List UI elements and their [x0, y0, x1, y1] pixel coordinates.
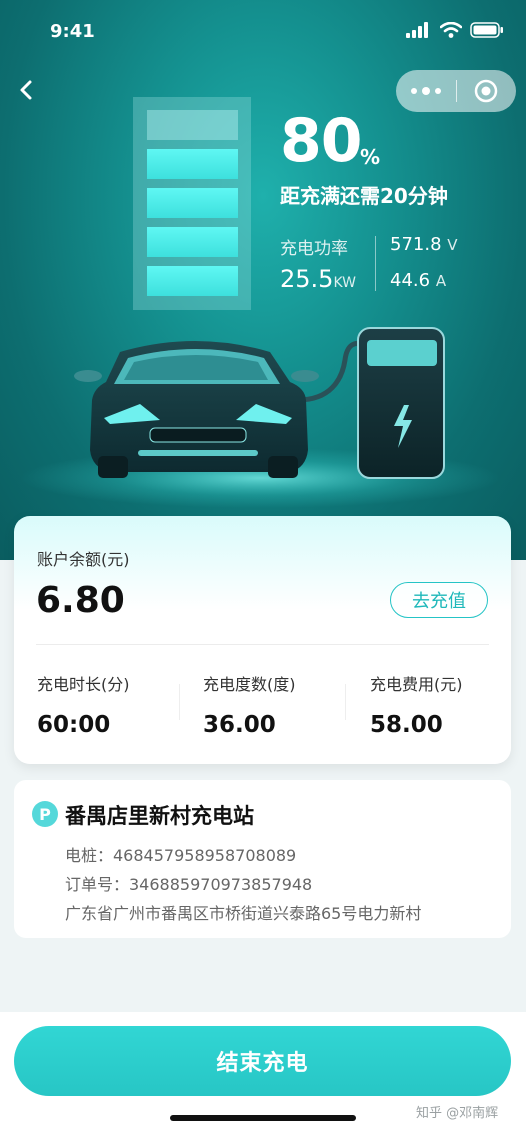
- metric-divider: [375, 236, 376, 291]
- power-unit: KW: [333, 275, 356, 291]
- charging-hero: 9:41 80 % 距充满还需20分钟 充电功率 25.5KW 571.8 V …: [0, 0, 526, 560]
- more-button[interactable]: [396, 86, 456, 95]
- station-name: 番禺店里新村充电站: [65, 804, 254, 828]
- stat-label: 充电费用(元): [370, 675, 463, 694]
- card-divider: [36, 644, 489, 645]
- stat-cost: 充电费用(元) 58.00: [370, 671, 463, 738]
- charge-percent: 80: [280, 106, 362, 176]
- power-number: 25.5: [280, 265, 334, 293]
- balance-label: 账户余额(元): [37, 550, 130, 569]
- power-value: 25.5KW: [280, 265, 356, 293]
- status-icons: [406, 22, 504, 38]
- wifi-icon: [440, 22, 462, 38]
- battery-cell: [147, 266, 238, 296]
- voltage-unit: V: [447, 236, 458, 254]
- chevron-left-icon: [20, 80, 32, 100]
- close-miniprogram-button[interactable]: [456, 79, 516, 103]
- charge-percent-unit: %: [360, 145, 381, 169]
- station-card: P 番禺店里新村充电站 电桩：468457958958708089 订单号：34…: [14, 780, 511, 938]
- stat-value: 36.00: [203, 712, 276, 738]
- stat-divider: [179, 684, 180, 720]
- end-charging-button[interactable]: 结束充电: [14, 1026, 511, 1096]
- stat-energy: 充电度数(度) 36.00: [203, 671, 296, 738]
- battery-cell: [147, 110, 238, 140]
- current-value: 44.6 A: [390, 270, 446, 291]
- current-unit: A: [435, 272, 447, 290]
- ellipsis-icon: [410, 86, 441, 95]
- balance-value: 6.80: [36, 580, 125, 621]
- voltage-value: 571.8 V: [390, 234, 458, 255]
- battery-cell: [147, 149, 238, 179]
- stat-label: 充电时长(分): [37, 675, 130, 694]
- stat-divider: [345, 684, 346, 720]
- target-icon: [474, 79, 498, 103]
- status-time: 9:41: [50, 21, 95, 42]
- parking-icon: P: [32, 801, 58, 827]
- topup-button[interactable]: 去充值: [390, 582, 488, 618]
- order-number: 订单号：346885970973857948: [65, 875, 313, 894]
- charger-station: [357, 327, 445, 479]
- car: [74, 341, 319, 478]
- balance-card: 账户余额(元) 6.80 去充值 充电时长(分) 60:00 充电度数(度) 3…: [14, 516, 511, 764]
- back-button[interactable]: [12, 74, 44, 106]
- battery-cell: [147, 227, 238, 257]
- battery-cell: [147, 188, 238, 218]
- station-address: 广东省广州市番禺区市桥街道兴泰路65号电力新村: [65, 904, 422, 923]
- battery-status-icon: [470, 22, 503, 38]
- pile-id: 电桩：468457958958708089: [65, 846, 297, 865]
- stat-value: 58.00: [370, 712, 443, 738]
- battery-gauge: [133, 97, 251, 310]
- stat-label: 充电度数(度): [203, 675, 296, 694]
- status-bar: 9:41: [0, 0, 526, 62]
- stat-duration: 充电时长(分) 60:00: [37, 671, 130, 738]
- voltage-number: 571.8: [390, 234, 442, 255]
- remaining-time: 距充满还需20分钟: [280, 184, 448, 208]
- home-indicator: [170, 1115, 356, 1121]
- stat-value: 60:00: [37, 712, 111, 738]
- signal-icon: [406, 22, 428, 38]
- current-number: 44.6: [390, 270, 431, 291]
- power-label: 充电功率: [280, 239, 348, 259]
- watermark: 知乎 @邓南辉: [416, 1106, 499, 1121]
- miniprogram-capsule: [396, 70, 516, 112]
